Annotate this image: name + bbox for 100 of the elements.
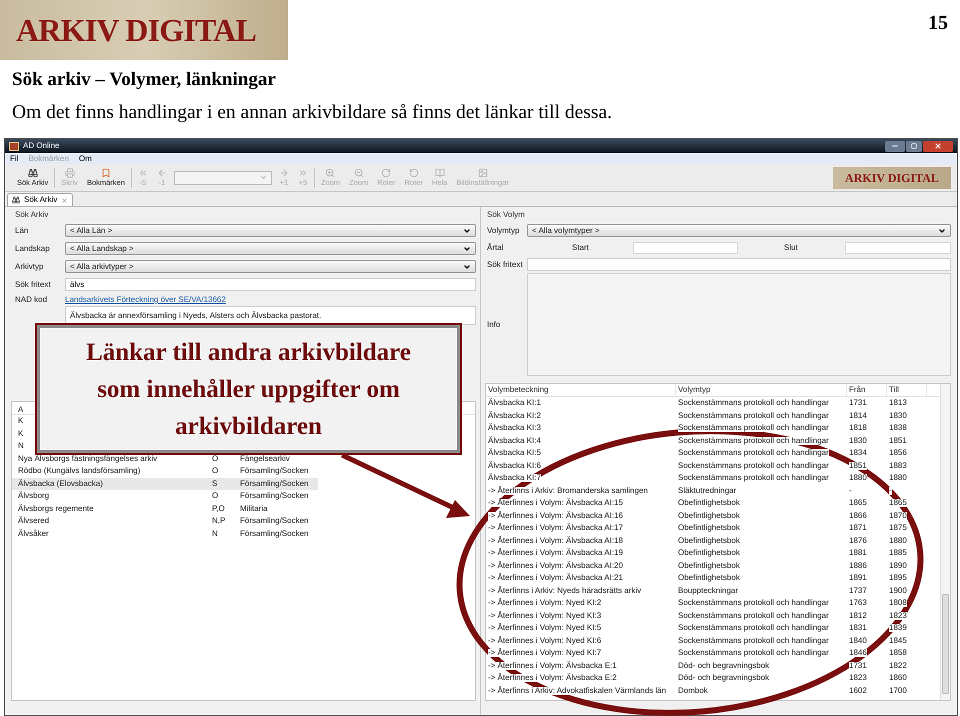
column-header[interactable]: Till [887,384,927,396]
table-cell: 1830 [849,436,867,445]
table-cell: Sockenstämmans protokoll och handlingar [678,649,829,658]
field-label: Volymtyp [487,226,520,234]
table-cell: 1846 [849,649,867,658]
table-cell: Sockenstämmans protokoll och handlingar [678,449,829,458]
selected-row-highlight[interactable]: Älvsbacka (Elovsbacka) S Församling/Socken [12,478,318,490]
field-label: Slut [784,244,799,252]
binoculars-icon [12,196,20,204]
nad-link[interactable]: Landsarkivets Förteckning över SE/VA/13662 [65,296,226,304]
table-cell: Älvsborg [18,492,50,500]
close-icon[interactable] [61,196,68,204]
table-cell: 1834 [849,449,867,458]
table-cell: K [18,417,24,426]
dropdown-caret-icon [463,226,471,234]
table-cell: 1823 [889,612,907,620]
field-label: Län [15,226,30,234]
app-icon [9,142,19,150]
bookmark-icon [100,168,111,178]
table-cell: Fängelsearkiv [240,454,290,463]
table-cell: Älvsbacka KI:7 [488,474,541,482]
table-cell: -> Återfinnes i Volym: Älvsbacka AI:21 [488,574,623,582]
table-cell: Sockenstämmans protokoll och handlingar [678,612,829,620]
field-label: Sök fritext [487,260,524,268]
table-cell: Älvsbacka KI:1 [488,399,541,408]
table-cell: Obefintlighetsbok [678,562,740,570]
table-cell: -> Återfinns i Arkiv: Advokatfiskalen Värmlands län [488,686,666,695]
dropdown[interactable]: < Alla arkivtyper > [65,260,476,273]
search-field[interactable] [527,258,951,271]
table-cell: 1885 [889,549,907,558]
window-title: AD Online [23,140,60,152]
dropdown[interactable]: < Alla Landskap > [65,242,476,255]
table-cell: N [212,530,218,538]
section-heading: Sök Volym [487,209,526,221]
start-year-field[interactable] [633,242,738,254]
table-cell: 1700 [889,686,907,695]
table-cell: 1840 [849,636,867,645]
table-cell: Obefintlighetsbok [678,574,740,582]
field-label: Landskap [15,244,51,252]
table-cell: Bouppteckningar [678,586,738,595]
scrollbar[interactable] [940,384,950,700]
close-icon [934,142,942,150]
dropdown[interactable]: < Alla Län > [65,224,476,237]
table-cell: Obefintlighetsbok [678,549,740,558]
minimize-button[interactable] [885,140,905,152]
table-cell: O [212,492,218,500]
table-cell: 1839 [889,624,907,632]
table-cell: 1875 [889,524,907,532]
column-header[interactable]: Volymtyp [676,384,847,396]
table-cell: 1818 [849,424,867,432]
close-button[interactable] [923,140,953,152]
maximize-button[interactable] [906,140,922,152]
table-cell: 1890 [889,562,907,570]
binoculars-icon [28,168,38,178]
dropdown[interactable]: < Alla volymtyper > [527,224,951,237]
table-cell: Död- och begravningsbok [678,662,770,670]
table-cell: -> Återfinnes i Volym: Älvsbacka AI:17 [488,524,623,532]
table-cell: 1880 [849,474,867,482]
table-cell: 1858 [889,649,907,658]
table-cell: 1866 [849,512,867,520]
table-cell: 1881 [849,549,867,558]
table-cell: 1895 [889,574,907,582]
table-cell: 1860 [889,674,907,682]
menu-item[interactable]: Om [78,154,92,162]
table-cell: O [212,454,218,463]
table-cell: Sockenstämmans protokoll och handlingar [678,424,829,432]
table-cell: Obefintlighetsbok [678,499,740,508]
table-cell: -> Återfinnes i Volym: Älvsbacka E:1 [488,662,617,670]
callout-text: Länkar till andra arkivbildare som innehåller uppgifter om arkivbildaren [85,338,412,442]
end-year-field[interactable] [845,242,951,254]
table-cell: K [18,430,24,438]
table-cell: Sockenstämmans protokoll och handlingar [678,436,829,445]
slide-subtitle: Om det finns handlingar i en annan arkivbildare så finns det länkar till dessa. [12,101,613,125]
table-cell: Älvsåker [18,530,49,538]
column-header[interactable]: Från [847,384,887,396]
table-cell: Rödbo (Kungälvs landsförsamling) [18,467,140,476]
table-cell: Församling/Socken [240,517,308,526]
table-cell: Släktutredningar [678,486,736,495]
table-cell: 1880 [889,536,907,545]
column-header[interactable]: Volymbeteckning [486,384,676,396]
menu-item[interactable]: Fil [10,154,18,162]
table-cell: 1880 [889,474,907,482]
table-cell: Sockenstämmans protokoll och handlingar [678,399,829,408]
table-cell: 1763 [849,599,867,608]
table-cell: -> Återfinnes i Volym: Älvsbacka E:2 [488,674,617,682]
column-header[interactable]: A [18,405,24,414]
table-cell: 1870 [889,512,907,520]
table-cell: Församling/Socken [240,467,308,476]
table-cell: Sockenstämmans protokoll och handlingar [678,636,829,645]
table-cell: Sockenstämmans protokoll och handlingar [678,412,829,420]
tab[interactable]: Sök Arkiv [7,193,74,206]
table-cell: -> Återfinnes i Volym: Nyed KI:7 [488,649,602,658]
table-cell: 1876 [849,536,867,545]
search-field[interactable]: älvs [65,278,476,291]
printer-icon [64,168,75,178]
rotate-left-icon [408,168,419,178]
double-arrow-left-icon [138,168,148,178]
toolbar-logo: ARKIV DIGITAL [833,166,951,188]
table-cell: -> Återfinnes i Volym: Nyed KI:6 [488,636,602,645]
table-cell: 1813 [889,399,907,408]
